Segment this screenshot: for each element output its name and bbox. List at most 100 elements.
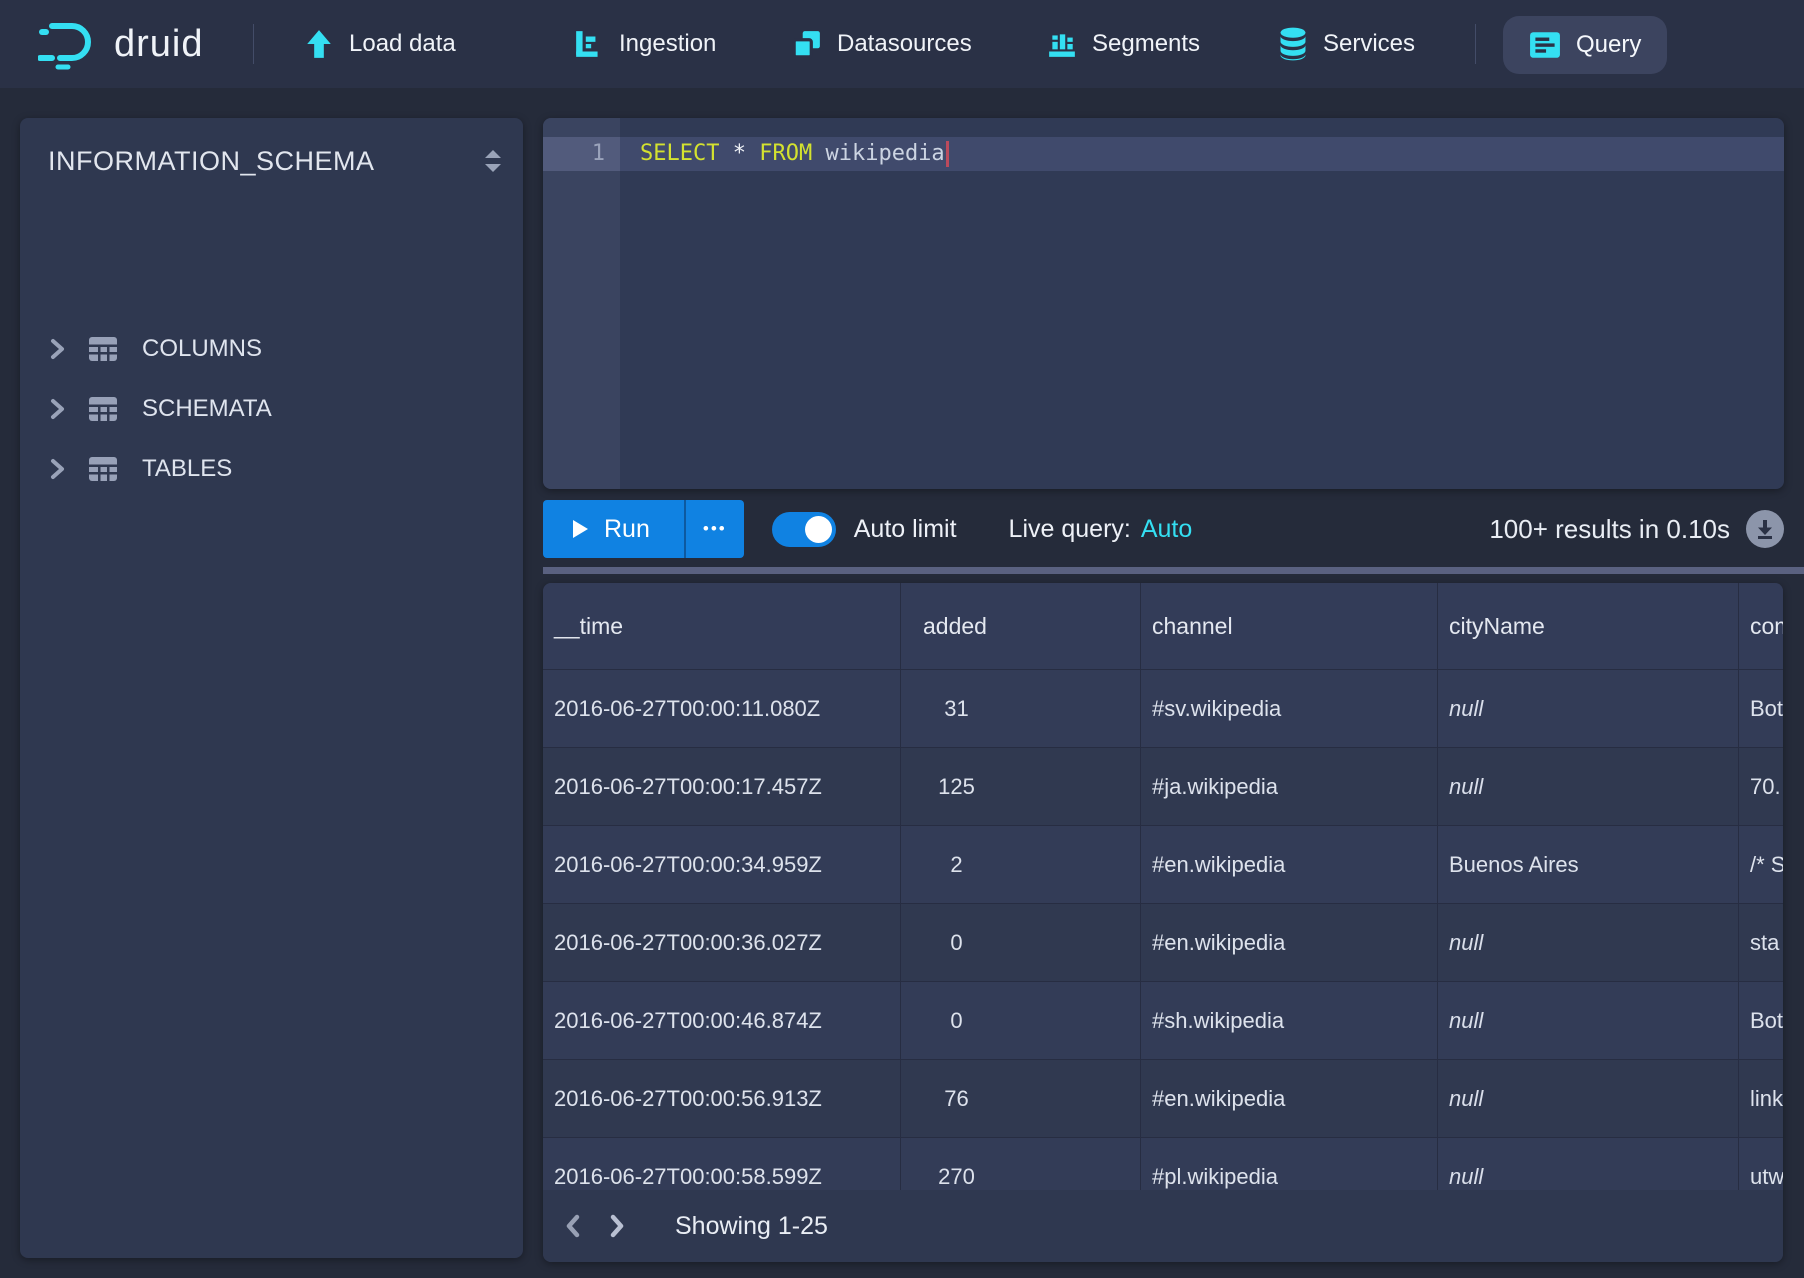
results-table: __time added channel cityName com 2016-0…: [543, 583, 1783, 1215]
column-header-cityname[interactable]: cityName: [1438, 583, 1739, 669]
cell-comment[interactable]: link: [1739, 1060, 1783, 1137]
sidebar-item-label: COLUMNS: [142, 335, 262, 363]
cell-time[interactable]: 2016-06-27T00:00:46.874Z: [543, 982, 901, 1059]
cell-channel[interactable]: #sv.wikipedia: [1141, 670, 1438, 747]
chevron-right-icon: [48, 338, 66, 360]
cell-time[interactable]: 2016-06-27T00:00:17.457Z: [543, 748, 901, 825]
cell-channel[interactable]: #ja.wikipedia: [1141, 748, 1438, 825]
druid-logo[interactable]: druid: [38, 14, 204, 74]
cell-channel[interactable]: #en.wikipedia: [1141, 826, 1438, 903]
sidebar-item-columns[interactable]: COLUMNS: [20, 323, 523, 375]
table-row: 2016-06-27T00:00:17.457Z 125 #ja.wikiped…: [543, 747, 1783, 825]
nav-item-label: Ingestion: [619, 30, 716, 58]
download-button[interactable]: [1746, 510, 1784, 548]
sidebar-item-label: TABLES: [142, 455, 232, 483]
cell-time[interactable]: 2016-06-27T00:00:36.027Z: [543, 904, 901, 981]
upload-icon: [304, 29, 334, 59]
cell-added[interactable]: 31: [901, 670, 1141, 747]
query-icon: [1529, 31, 1561, 59]
top-nav: druid Load data Ingestion Dat: [0, 0, 1804, 88]
table-row: 2016-06-27T00:00:36.027Z 0 #en.wikipedia…: [543, 903, 1783, 981]
sidebar-item-label: SCHEMATA: [142, 395, 272, 423]
next-page-button[interactable]: [595, 1204, 639, 1248]
column-header-added[interactable]: added: [901, 583, 1141, 669]
pagination-bar: Showing 1-25: [543, 1190, 1783, 1262]
cell-added[interactable]: 76: [901, 1060, 1141, 1137]
download-icon: [1754, 518, 1776, 540]
column-header-comment[interactable]: com: [1739, 583, 1783, 669]
cell-cityname[interactable]: null: [1438, 748, 1739, 825]
services-icon: [1278, 27, 1308, 61]
cell-channel[interactable]: #sh.wikipedia: [1141, 982, 1438, 1059]
double-caret-vertical-icon[interactable]: [481, 148, 505, 174]
live-query-label: Live query:: [1009, 515, 1131, 544]
sql-keyword: FROM: [759, 141, 812, 166]
cell-cityname[interactable]: null: [1438, 670, 1739, 747]
horizontal-scrollbar[interactable]: [543, 567, 1804, 574]
sql-identifier: wikipedia: [825, 141, 944, 166]
cell-added[interactable]: 125: [901, 748, 1141, 825]
datasources-icon: [792, 29, 822, 59]
run-more-button[interactable]: •••: [684, 500, 744, 558]
column-header-channel[interactable]: channel: [1141, 583, 1438, 669]
run-button[interactable]: Run: [543, 500, 684, 558]
results-count: 100+ results in 0.10s: [1489, 514, 1730, 545]
auto-limit-toggle[interactable]: [772, 512, 836, 547]
schema-title: INFORMATION_SCHEMA: [48, 146, 375, 177]
run-split-button: Run •••: [543, 500, 744, 558]
segments-icon: [1047, 29, 1077, 59]
cell-comment[interactable]: sta: [1739, 904, 1783, 981]
cell-comment[interactable]: 70.: [1739, 748, 1783, 825]
column-header-time[interactable]: __time: [543, 583, 901, 669]
cell-cityname[interactable]: null: [1438, 904, 1739, 981]
nav-item-ingestion[interactable]: Ingestion: [574, 0, 716, 88]
query-toolbar: Run ••• Auto limit Live query: Auto 100+…: [543, 500, 1784, 558]
table-row: 2016-06-27T00:00:34.959Z 2 #en.wikipedia…: [543, 825, 1783, 903]
cell-cityname[interactable]: null: [1438, 982, 1739, 1059]
play-icon: [573, 520, 588, 538]
nav-item-services[interactable]: Services: [1278, 0, 1415, 88]
schema-sidebar: INFORMATION_SCHEMA COLUMNS: [20, 118, 523, 1258]
nav-item-label: Load data: [349, 30, 456, 58]
nav-item-segments[interactable]: Segments: [1047, 0, 1200, 88]
chevron-right-icon: [606, 1213, 628, 1239]
cell-comment[interactable]: /* S: [1739, 826, 1783, 903]
table-row: 2016-06-27T00:00:56.913Z 76 #en.wikipedi…: [543, 1059, 1783, 1137]
chevron-right-icon: [48, 458, 66, 480]
druid-logo-icon: [38, 18, 100, 70]
nav-item-load-data[interactable]: Load data: [304, 0, 456, 88]
toggle-knob: [805, 516, 832, 543]
sql-keyword: SELECT: [640, 141, 719, 166]
cell-time[interactable]: 2016-06-27T00:00:11.080Z: [543, 670, 901, 747]
auto-limit-label: Auto limit: [854, 515, 957, 544]
table-row: 2016-06-27T00:00:46.874Z 0 #sh.wikipedia…: [543, 981, 1783, 1059]
sql-code-line[interactable]: SELECT * FROM wikipedia: [640, 137, 949, 171]
toolbar-right: 100+ results in 0.10s: [1489, 510, 1784, 548]
cell-time[interactable]: 2016-06-27T00:00:34.959Z: [543, 826, 901, 903]
nav-item-datasources[interactable]: Datasources: [792, 0, 972, 88]
table-icon: [88, 396, 118, 422]
run-button-label: Run: [604, 515, 650, 544]
nav-item-query[interactable]: Query: [1503, 16, 1667, 74]
cell-time[interactable]: 2016-06-27T00:00:56.913Z: [543, 1060, 901, 1137]
cell-channel[interactable]: #en.wikipedia: [1141, 904, 1438, 981]
cell-cityname[interactable]: null: [1438, 1060, 1739, 1137]
cell-added[interactable]: 0: [901, 982, 1141, 1059]
live-query-value[interactable]: Auto: [1141, 515, 1192, 544]
previous-page-button[interactable]: [551, 1204, 595, 1248]
query-editor[interactable]: 1 SELECT * FROM wikipedia: [543, 118, 1784, 489]
cell-added[interactable]: 0: [901, 904, 1141, 981]
nav-item-label: Segments: [1092, 30, 1200, 58]
sidebar-item-tables[interactable]: TABLES: [20, 443, 523, 495]
cell-cityname[interactable]: Buenos Aires: [1438, 826, 1739, 903]
logo-wordmark: druid: [114, 23, 204, 66]
schema-header: INFORMATION_SCHEMA: [20, 118, 523, 204]
cell-comment[interactable]: Bot: [1739, 670, 1783, 747]
sidebar-item-schemata[interactable]: SCHEMATA: [20, 383, 523, 435]
cell-channel[interactable]: #en.wikipedia: [1141, 1060, 1438, 1137]
table-header-row: __time added channel cityName com: [543, 583, 1783, 669]
cell-comment[interactable]: Bot: [1739, 982, 1783, 1059]
ingestion-icon: [574, 29, 604, 59]
cell-added[interactable]: 2: [901, 826, 1141, 903]
nav-item-label: Services: [1323, 30, 1415, 58]
